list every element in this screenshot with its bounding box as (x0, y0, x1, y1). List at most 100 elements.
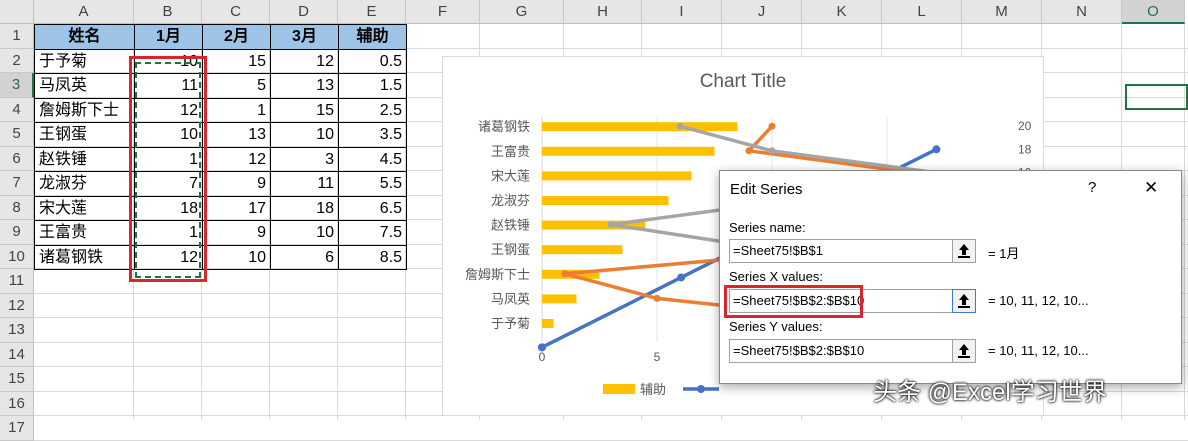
y2-tick-label: 18 (1018, 142, 1032, 156)
close-button[interactable]: ✕ (1144, 178, 1158, 198)
table-cell[interactable]: 2.5 (338, 97, 407, 123)
table-cell[interactable]: 3.5 (338, 122, 407, 148)
row-header-10[interactable]: 10 (0, 244, 34, 269)
table-cell[interactable]: 18 (270, 195, 339, 221)
table-cell[interactable]: 10 (202, 244, 271, 270)
table-cell[interactable]: 15 (202, 48, 271, 74)
collapse-range-icon (958, 344, 970, 358)
chart-title[interactable]: Chart Title (443, 71, 1043, 93)
column-header-b[interactable]: B (134, 0, 202, 24)
category-label: 马凤英 (491, 292, 530, 307)
y2-tick-label: 20 (1018, 119, 1032, 133)
table-cell[interactable]: 5.5 (338, 171, 407, 197)
column-header-m[interactable]: M (962, 0, 1042, 24)
table-cell[interactable]: 13 (202, 122, 271, 148)
row-header-8[interactable]: 8 (0, 195, 34, 220)
table-header-cell[interactable]: 3月 (270, 24, 339, 50)
column-header-o[interactable]: O (1122, 0, 1185, 24)
table-header-cell[interactable]: 1月 (134, 24, 203, 50)
category-label: 王钢蛋 (491, 243, 530, 258)
table-header-cell[interactable]: 2月 (202, 24, 271, 50)
series-x-range-button[interactable] (952, 289, 976, 313)
table-cell[interactable]: 13 (270, 73, 339, 99)
column-header-l[interactable]: L (882, 0, 962, 24)
table-cell[interactable]: 5 (202, 73, 271, 99)
row-header-16[interactable]: 16 (0, 391, 34, 416)
table-cell[interactable]: 3 (270, 146, 339, 172)
table-cell[interactable]: 6.5 (338, 195, 407, 221)
help-button[interactable]: ? (1088, 179, 1096, 196)
table-cell[interactable]: 宋大莲 (34, 195, 135, 221)
series-name-input[interactable]: =Sheet75!$B$1 (729, 239, 953, 263)
series-y-range-button[interactable] (952, 339, 976, 363)
column-header-f[interactable]: F (406, 0, 480, 24)
series-x-result: = 10, 11, 12, 10... (988, 293, 1089, 308)
select-all-corner[interactable] (0, 0, 34, 24)
row-header-13[interactable]: 13 (0, 318, 34, 343)
table-cell[interactable]: 龙淑芬 (34, 171, 135, 197)
series-3月-point (607, 221, 615, 229)
table-cell[interactable]: 詹姆斯下士 (34, 97, 135, 123)
row-header-15[interactable]: 15 (0, 367, 34, 392)
table-cell[interactable]: 4.5 (338, 146, 407, 172)
active-cell-o3[interactable] (1125, 84, 1188, 110)
row-header-3[interactable]: 3 (0, 73, 34, 98)
column-header-d[interactable]: D (270, 0, 338, 24)
table-cell[interactable]: 于予菊 (34, 48, 135, 74)
series-y-result: = 10, 11, 12, 10... (988, 343, 1089, 358)
row-header-7[interactable]: 7 (0, 171, 34, 196)
table-cell[interactable]: 9 (202, 220, 271, 246)
watermark-text: 头条 @Excel学习世界 (873, 379, 1107, 406)
highlight-box-b-column (129, 56, 207, 282)
table-cell[interactable]: 12 (270, 48, 339, 74)
row-header-12[interactable]: 12 (0, 293, 34, 318)
row-header-5[interactable]: 5 (0, 122, 34, 147)
table-cell[interactable]: 10 (270, 122, 339, 148)
row-header-4[interactable]: 4 (0, 97, 34, 122)
series-y-input[interactable]: =Sheet75!$B$2:$B$10 (729, 339, 953, 363)
table-header-cell[interactable]: 姓名 (34, 24, 135, 50)
table-cell[interactable]: 0.5 (338, 48, 407, 74)
table-cell[interactable]: 10 (270, 220, 339, 246)
table-cell[interactable]: 1.5 (338, 73, 407, 99)
series-2月-point (745, 147, 753, 155)
series-name-range-button[interactable] (952, 239, 976, 263)
column-header-h[interactable]: H (564, 0, 642, 24)
column-header-n[interactable]: N (1042, 0, 1122, 24)
table-header-cell[interactable]: 辅助 (338, 24, 407, 50)
row-header-14[interactable]: 14 (0, 342, 34, 367)
table-cell[interactable]: 诸葛钢铁 (34, 244, 135, 270)
table-cell[interactable]: 赵铁锤 (34, 146, 135, 172)
table-cell[interactable]: 王钢蛋 (34, 122, 135, 148)
column-header-j[interactable]: J (722, 0, 802, 24)
table-cell[interactable]: 王富贵 (34, 220, 135, 246)
row-header-11[interactable]: 11 (0, 269, 34, 294)
table-cell[interactable]: 6 (270, 244, 339, 270)
column-header-k[interactable]: K (802, 0, 882, 24)
collapse-range-icon (958, 294, 970, 308)
row-header-1[interactable]: 1 (0, 24, 34, 49)
column-header-c[interactable]: C (202, 0, 270, 24)
series-3月-point (768, 147, 776, 155)
table-cell[interactable]: 马凤英 (34, 73, 135, 99)
table-cell[interactable]: 12 (202, 146, 271, 172)
series-x-highlight (724, 285, 863, 318)
table-cell[interactable]: 9 (202, 171, 271, 197)
legend-bar-swatch (603, 384, 635, 394)
table-cell[interactable]: 15 (270, 97, 339, 123)
table-cell[interactable]: 1 (202, 97, 271, 123)
row-header-9[interactable]: 9 (0, 220, 34, 245)
series-x-label: Series X values: (729, 269, 823, 284)
row-header-2[interactable]: 2 (0, 48, 34, 73)
column-header-e[interactable]: E (338, 0, 406, 24)
series-2月-point (653, 294, 661, 302)
table-cell[interactable]: 17 (202, 195, 271, 221)
table-cell[interactable]: 11 (270, 171, 339, 197)
series-3月-point (676, 122, 684, 130)
column-header-g[interactable]: G (480, 0, 564, 24)
column-header-a[interactable]: A (34, 0, 134, 24)
table-cell[interactable]: 8.5 (338, 244, 407, 270)
column-header-i[interactable]: I (642, 0, 722, 24)
table-cell[interactable]: 7.5 (338, 220, 407, 246)
row-header-6[interactable]: 6 (0, 146, 34, 171)
